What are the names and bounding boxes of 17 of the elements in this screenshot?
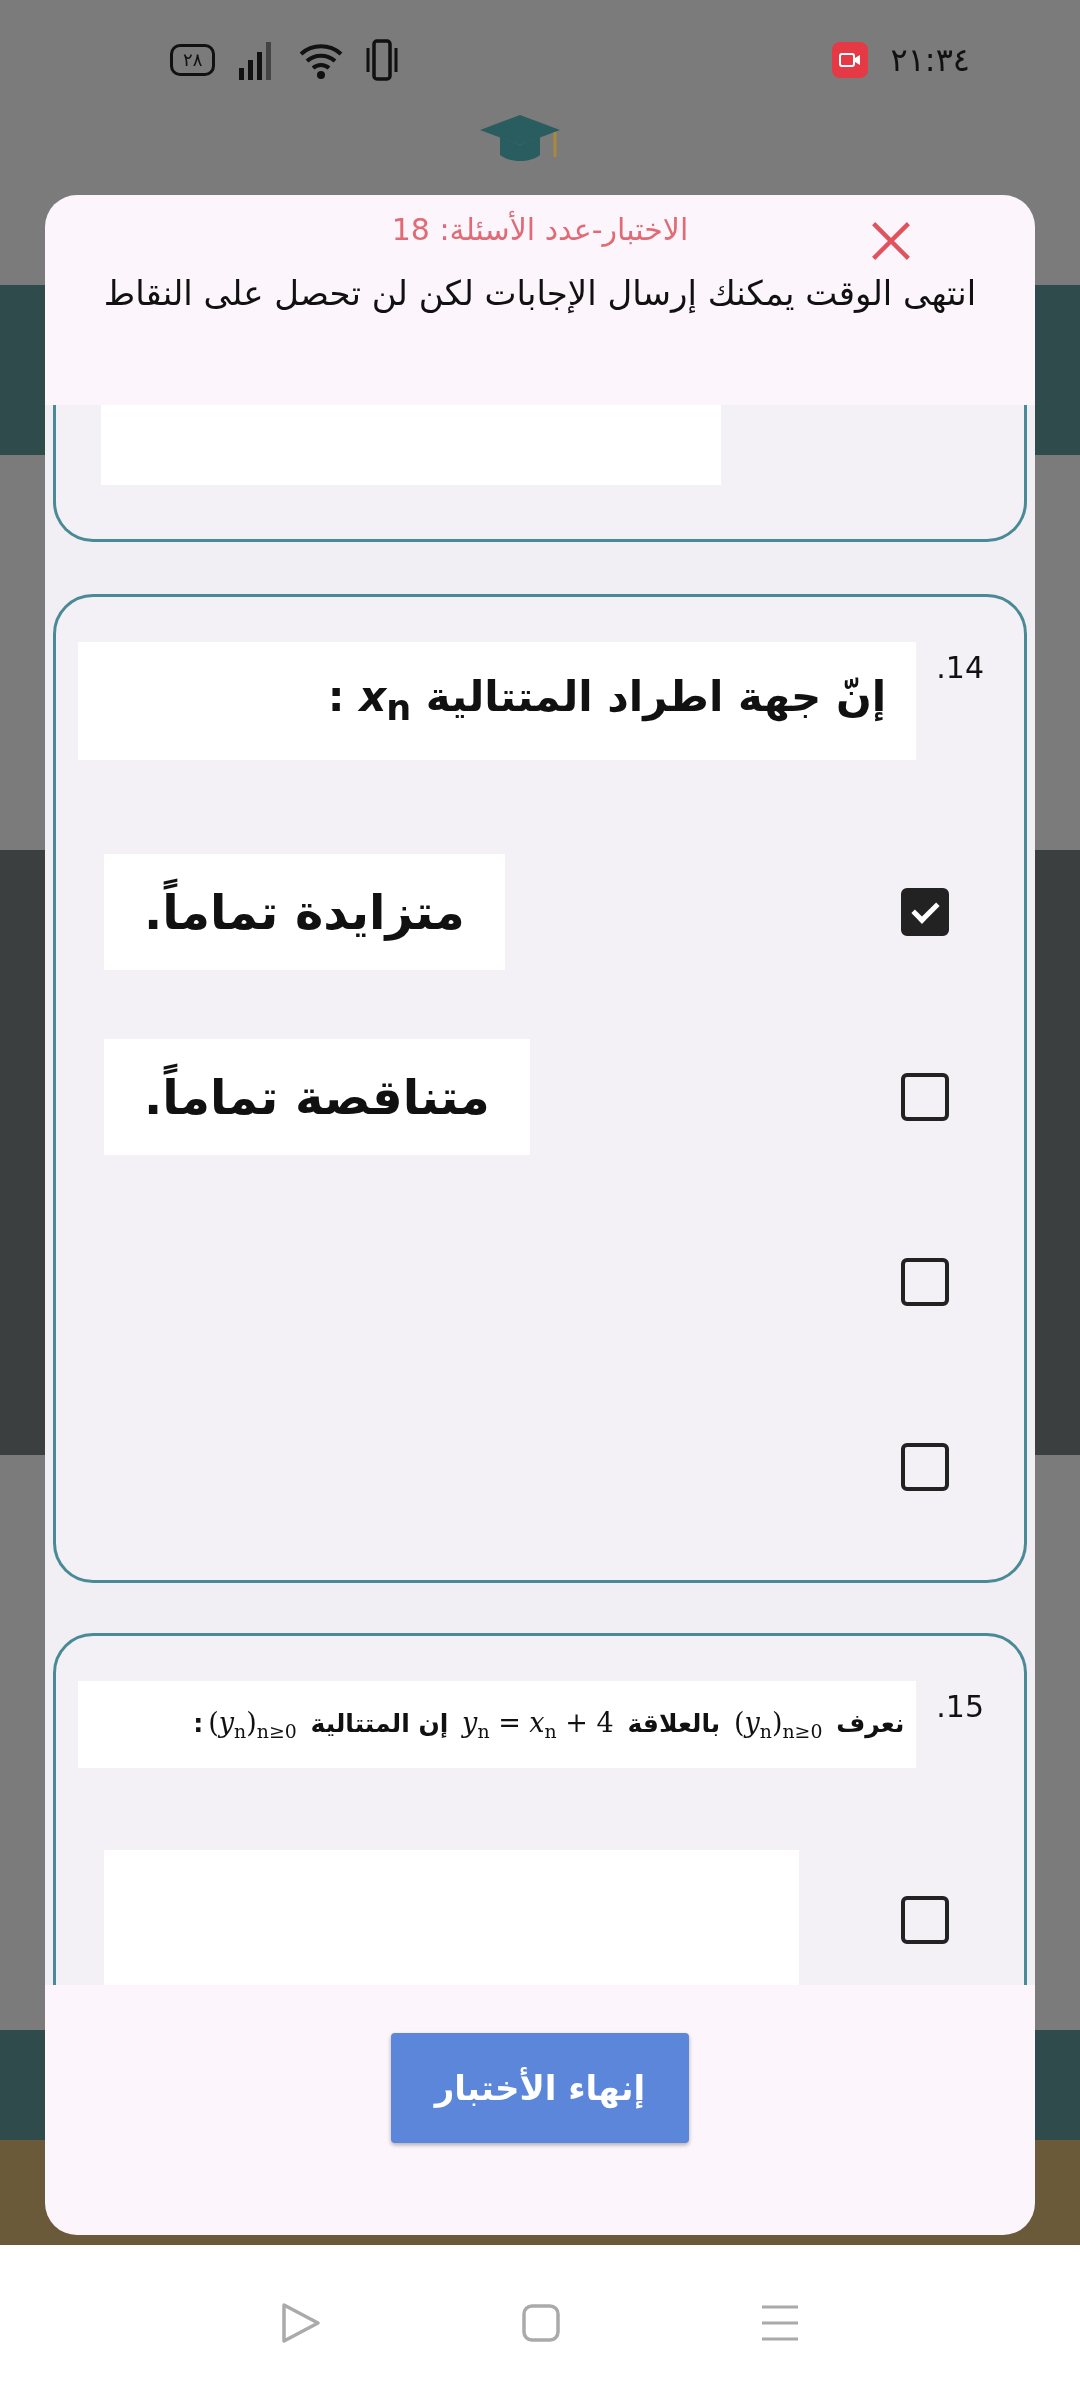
vibrate-icon [365,38,400,82]
checkbox[interactable] [901,1896,949,1945]
checkbox[interactable] [901,1258,949,1307]
clock-time: ٢١:٣٤ [890,41,970,79]
question-number: 14. [936,649,984,685]
checkbox[interactable] [901,1073,949,1122]
option-text: متناقصة تماماً. [104,1039,530,1156]
timeout-message: انتهى الوقت يمكنك إرسال الإجابات لكن لن تحصل على النقاط [102,272,978,315]
battery-level: ٢٨ [170,44,216,76]
option-text: متزايدة تماماً. [104,854,505,971]
checkbox[interactable] [901,1443,949,1492]
question-number: 15. [936,1687,984,1724]
finish-quiz-button[interactable]: إنهاء الأختبار [391,2033,689,2143]
checkbox[interactable] [901,888,949,937]
screen-record-icon [832,42,869,78]
close-icon[interactable] [871,221,911,261]
dialog-title: الاختبار-عدد الأسئلة: 18 [391,209,689,249]
